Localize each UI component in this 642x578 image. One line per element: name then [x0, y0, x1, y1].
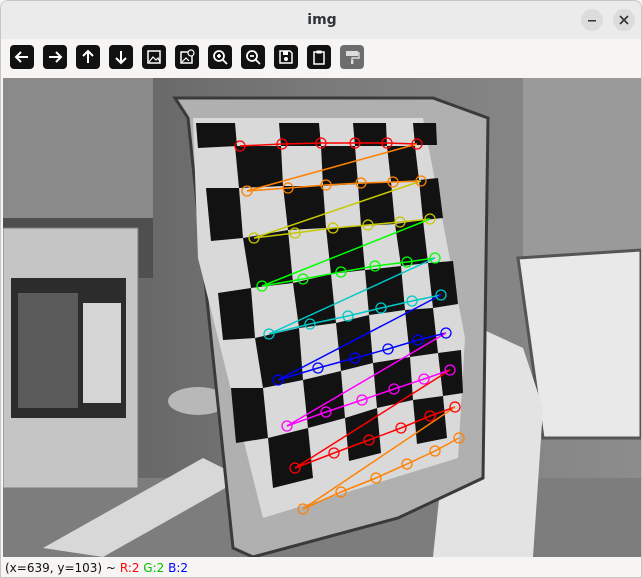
red-value: R:2: [119, 561, 140, 575]
green-value: G:2: [143, 561, 165, 575]
close-button[interactable]: [613, 9, 635, 31]
pan-left-button[interactable]: [10, 45, 34, 69]
image-zoom-icon: [180, 49, 195, 64]
properties-button[interactable]: [340, 45, 364, 69]
save-icon: [279, 50, 293, 64]
pan-up-button[interactable]: [76, 45, 100, 69]
minimize-icon: [588, 20, 596, 22]
arrow-down-icon: [115, 51, 127, 65]
status-bar: (x=639, y=103) ~ R:2 G:2 B:2: [1, 558, 641, 577]
zoom-to-fit-button[interactable]: [142, 45, 166, 69]
toolbar: [1, 39, 641, 77]
image-icon: [147, 50, 161, 64]
pan-right-button[interactable]: [43, 45, 67, 69]
zoom-original-button[interactable]: [175, 45, 199, 69]
zoom-in-button[interactable]: [208, 45, 232, 69]
window-title: img: [307, 12, 337, 28]
close-icon: [619, 15, 629, 25]
arrow-right-icon: [49, 51, 63, 63]
calibration-photo: [3, 78, 641, 557]
arrow-left-icon: [14, 51, 28, 63]
arrow-up-icon: [82, 49, 94, 63]
zoom-out-button[interactable]: [241, 45, 265, 69]
zoom-out-icon: [246, 50, 261, 65]
copy-to-clipboard-button[interactable]: [307, 45, 331, 69]
pan-down-button[interactable]: [109, 45, 133, 69]
clipboard-icon: [313, 50, 325, 65]
minimize-button[interactable]: [581, 9, 603, 31]
paint-roller-icon: [346, 51, 360, 64]
title-bar[interactable]: img: [1, 1, 641, 40]
save-button[interactable]: [274, 45, 298, 69]
zoom-in-icon: [213, 50, 228, 65]
cursor-coords: (x=639, y=103) ~: [5, 561, 116, 575]
blue-value: B:2: [168, 561, 189, 575]
image-canvas[interactable]: [3, 78, 641, 557]
image-viewer-window: img (x=639, y=103) ~ R:2 G:2 B:2: [0, 0, 642, 578]
